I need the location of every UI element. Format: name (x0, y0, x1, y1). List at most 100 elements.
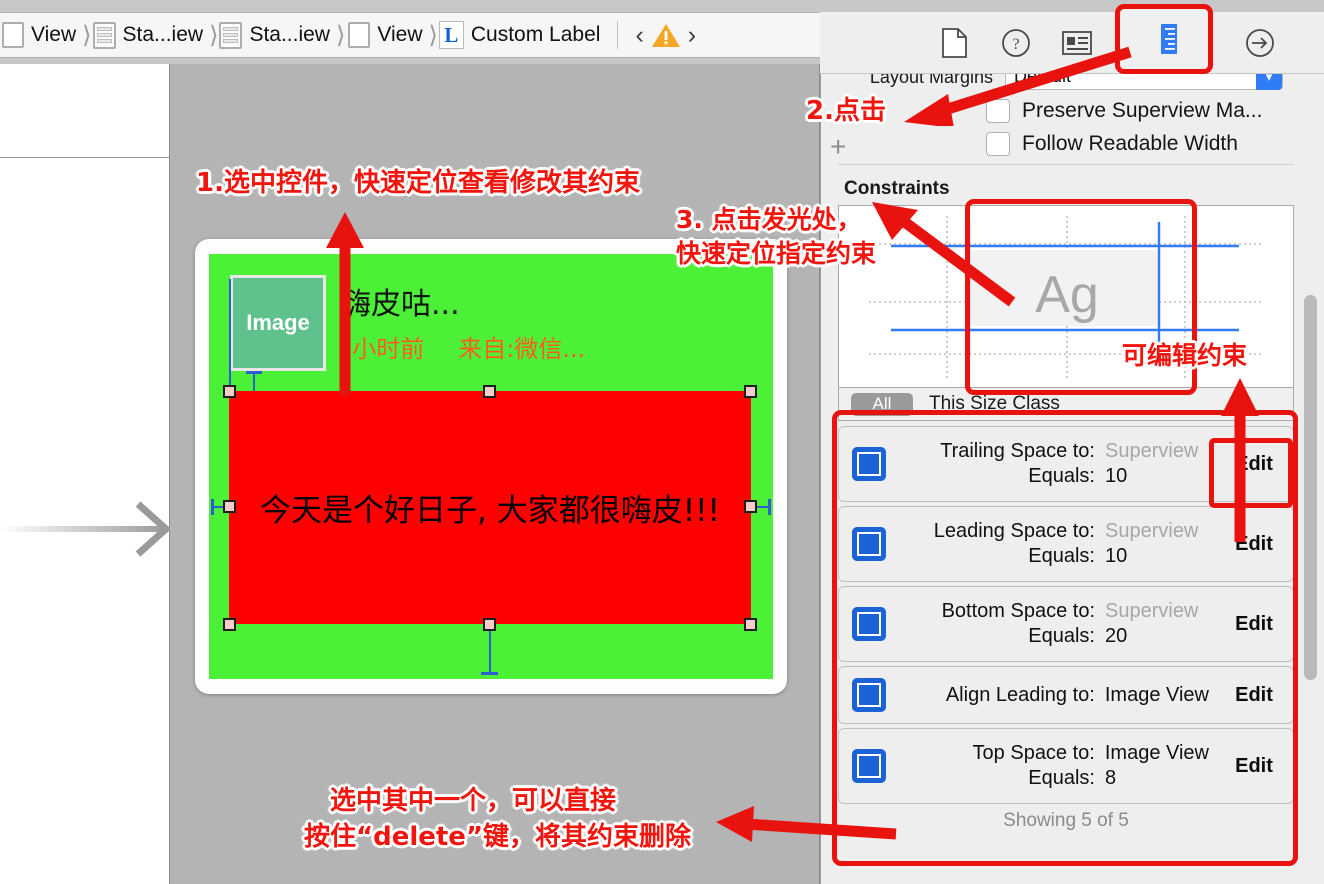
breadcrumb-item-custom-label[interactable]: L Custom Label (438, 13, 606, 57)
constraint-value: 10 (1105, 545, 1128, 567)
add-constraint-button[interactable]: + (830, 131, 846, 163)
view-icon (2, 22, 24, 48)
connections-inspector-icon[interactable] (1243, 26, 1277, 60)
edit-button[interactable]: Edit (1215, 453, 1293, 476)
preserve-superview-margins-row[interactable]: Preserve Superview Ma... (986, 99, 1262, 123)
constraint-value: 8 (1105, 767, 1117, 789)
segue-arrow-icon (0, 501, 172, 557)
selection-handle[interactable] (223, 618, 236, 631)
constraint-relation: Equals: (1028, 545, 1095, 567)
selection-handle[interactable] (483, 618, 496, 631)
diagram-glyph: Ag (1035, 266, 1099, 324)
bottom-space-icon (852, 607, 886, 641)
top-space-icon (852, 749, 886, 783)
breadcrumb-item-stackview-1[interactable]: Sta...iew (92, 13, 209, 57)
align-leading-icon (852, 678, 886, 712)
constraint-row-align-leading[interactable]: Align Leading to: Image View Edit (838, 666, 1294, 724)
chevron-down-icon[interactable]: ▾ (1256, 74, 1282, 90)
constraints-list[interactable]: Trailing Space to: Superview Equals: 10 … (838, 426, 1294, 832)
checkbox[interactable] (986, 99, 1010, 123)
constraint-row-leading[interactable]: Leading Space to: Superview Equals: 10 E… (838, 506, 1294, 582)
breadcrumb-label: Sta...iew (122, 23, 204, 46)
image-view[interactable]: Image (230, 275, 326, 371)
size-class-filter-bar[interactable]: All This Size Class (838, 387, 1294, 421)
chevron-right-icon: ⟩ (209, 21, 219, 49)
selection-handle[interactable] (744, 618, 757, 631)
chevron-right-icon: ⟩ (82, 21, 92, 49)
edit-button[interactable]: Edit (1215, 533, 1293, 556)
breadcrumb-item-stackview-2[interactable]: Sta...iew (219, 13, 335, 57)
constraint-target: Superview (1105, 520, 1199, 542)
layout-margins-row[interactable]: Layout Margins Default ▾ (833, 74, 1301, 92)
document-outline-panel[interactable] (0, 64, 172, 884)
device-view[interactable]: Image 嗨皮咕... 1小时前 来自:微信... 今天是个好日子, 大家都很嗨… (195, 239, 787, 694)
edit-button[interactable]: Edit (1215, 684, 1293, 707)
constraint-relation: Equals: (1028, 465, 1095, 487)
identity-inspector-icon[interactable] (1060, 26, 1094, 60)
constraint-key: Align Leading to: (945, 683, 1095, 706)
size-class-all-button[interactable]: All (851, 392, 913, 416)
constraint-cap (481, 672, 498, 675)
constraint-indicator-top[interactable] (253, 372, 255, 391)
constraint-row-bottom[interactable]: Bottom Space to: Superview Equals: 20 Ed… (838, 586, 1294, 662)
constraint-indicator-bottom[interactable] (489, 624, 491, 674)
checkbox-label: Preserve Superview Ma... (1022, 99, 1263, 122)
warning-triangle-icon[interactable] (651, 22, 681, 49)
constraint-key: Trailing Space to: (940, 440, 1095, 462)
showing-count-label: Showing 5 of 5 (1003, 810, 1129, 831)
interface-builder-canvas[interactable]: Image 嗨皮咕... 1小时前 来自:微信... 今天是个好日子, 大家都很嗨… (170, 64, 820, 884)
selection-handle[interactable] (744, 500, 757, 513)
selection-handle[interactable] (223, 500, 236, 513)
inspector-scrollbar[interactable] (1304, 295, 1317, 680)
selection-handle[interactable] (483, 385, 496, 398)
breadcrumb-label: View (31, 23, 77, 46)
custom-label-selected[interactable]: 今天是个好日子, 大家都很嗨皮!!! (229, 391, 751, 624)
constraint-diagram[interactable]: Ag (838, 205, 1294, 387)
previous-issue-button[interactable]: ‹ (628, 21, 650, 50)
next-issue-button[interactable]: › (681, 21, 703, 50)
constraint-key: Top Space to: (972, 742, 1095, 764)
label-icon: L (438, 21, 464, 49)
quick-help-inspector-icon[interactable]: ? (999, 26, 1033, 60)
constraint-key: Leading Space to: (933, 520, 1095, 542)
constraints-section-title: Constraints (844, 178, 950, 199)
checkbox-label: Follow Readable Width (1022, 132, 1238, 155)
selection-handle[interactable] (223, 385, 236, 398)
chevron-right-icon: ⟩ (428, 21, 438, 49)
title-label[interactable]: 嗨皮咕... (341, 279, 460, 323)
breadcrumb-label: View (377, 23, 423, 46)
edit-button[interactable]: Edit (1215, 755, 1293, 778)
subtitle-row: 1小时前 来自:微信... (337, 329, 585, 364)
size-inspector-icon-highlighted[interactable] (1152, 22, 1186, 56)
layout-margins-label: Layout Margins (869, 74, 993, 87)
jump-bar[interactable]: View ⟩ Sta...iew ⟩ Sta...iew ⟩ View ⟩ L … (0, 12, 820, 58)
constraint-row-trailing[interactable]: Trailing Space to: Superview Equals: 10 … (838, 426, 1294, 502)
constraint-target: Image View (1104, 742, 1209, 764)
subtitle-source-label: 来自:微信... (458, 335, 586, 363)
svg-text:?: ? (1012, 36, 1019, 53)
inspector-selector-toolbar[interactable]: ? (820, 12, 1324, 74)
stack-view-icon (219, 21, 243, 49)
leading-space-icon (852, 527, 886, 561)
constraint-cap (768, 499, 771, 515)
superview-green[interactable]: Image 嗨皮咕... 1小时前 来自:微信... 今天是个好日子, 大家都很嗨… (209, 254, 773, 679)
selection-handle[interactable] (744, 385, 757, 398)
constraint-row-top[interactable]: Top Space to: Image View Equals: 8 Edit (838, 728, 1294, 804)
constraint-key: Bottom Space to: (941, 600, 1095, 622)
constraint-relation: Equals: (1028, 767, 1095, 789)
size-class-this-label[interactable]: This Size Class (929, 393, 1060, 415)
subtitle-time-label: 1小时前 (337, 335, 425, 363)
stack-view-icon (92, 21, 116, 49)
breadcrumb-item-view-2[interactable]: View (346, 13, 427, 57)
follow-readable-width-row[interactable]: Follow Readable Width (986, 132, 1238, 156)
trailing-space-icon (852, 447, 886, 481)
layout-margins-select[interactable]: Default ▾ (1005, 74, 1283, 90)
custom-label-text: 今天是个好日子, 大家都很嗨皮!!! (260, 493, 720, 529)
divider (838, 164, 1294, 165)
checkbox[interactable] (986, 132, 1010, 156)
breadcrumb-label: Sta...iew (249, 23, 330, 46)
breadcrumb-item-view-1[interactable]: View (0, 13, 81, 57)
divider (617, 21, 619, 49)
file-inspector-icon[interactable] (938, 26, 972, 60)
edit-button[interactable]: Edit (1215, 613, 1293, 636)
